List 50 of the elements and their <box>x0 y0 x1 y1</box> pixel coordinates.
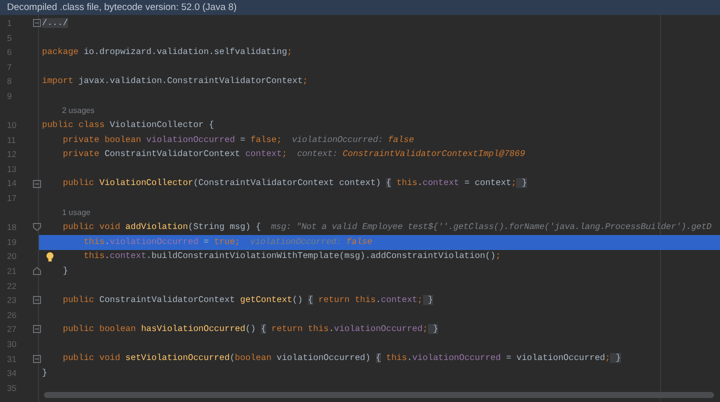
code-line: public boolean hasViolationOccurred() { return this.violationOccurred; } <box>62 323 438 336</box>
code-line: this.violationOccurred = true; violationOccurred: false <box>84 236 372 249</box>
code-line: public class ViolationCollector { <box>42 118 214 132</box>
line-number: 34 <box>7 367 16 380</box>
code-line: this.context.buildConstraintViolationWithTemplate(msg).addConstraintViolation(); <box>84 250 501 264</box>
line-number: 20 <box>7 250 16 264</box>
line-number: 22 <box>7 280 16 292</box>
line-number: 7 <box>7 60 12 74</box>
fold-icon[interactable] <box>33 325 41 334</box>
line-number: 10 <box>7 119 16 132</box>
line-number: 18 <box>7 221 16 234</box>
line-number: 11 <box>7 134 16 146</box>
line-number: 12 <box>7 148 16 162</box>
line-number: 8 <box>7 75 12 88</box>
line-number: 26 <box>7 308 16 322</box>
code-line: import javax.validation.ConstraintValidatorContext; <box>42 75 308 88</box>
fold-icon[interactable] <box>33 180 41 188</box>
line-number: 17 <box>7 192 16 205</box>
fold-icon[interactable] <box>33 19 41 27</box>
line-number: 1 <box>7 16 12 30</box>
code-line: private ConstraintValidatorContext context; context: ConstraintValidatorContextImpl@7869 <box>62 148 526 162</box>
line-number: 13 <box>7 162 16 176</box>
line-number: 19 <box>7 236 16 249</box>
usages-hint[interactable]: 2 usages <box>62 104 94 117</box>
line-number: 5 <box>7 32 12 44</box>
decompiled-banner: Decompiled .class file, bytecode version: 52.0 (Java 8) <box>0 0 720 15</box>
fold-icon[interactable] <box>33 267 41 276</box>
line-number: 27 <box>7 323 16 336</box>
line-number: 30 <box>7 338 16 351</box>
line-number: 21 <box>7 265 16 278</box>
usages-hint[interactable]: 1 usage <box>62 207 90 220</box>
code-line: public void setViolationOccurred(boolean violationOccurred) { this.violationOccurred = violationOccurred; } <box>62 352 621 366</box>
line-number: 31 <box>7 352 16 366</box>
code-line: } <box>42 367 48 380</box>
code-line: } <box>62 264 68 278</box>
line-number: 9 <box>7 90 12 103</box>
code-line: public void addViolation(String msg) { msg: "Not a valid Employee test${''.getClass().forName('java.lang.ProcessBuilder').getD <box>62 221 712 234</box>
horizontal-scrollbar[interactable] <box>44 392 714 398</box>
fold-icon[interactable] <box>33 296 41 304</box>
code-line: public ConstraintValidatorContext getContext() { return this.context; } <box>62 294 434 308</box>
line-number: 35 <box>7 382 16 395</box>
line-number: 14 <box>7 177 16 190</box>
line-number: 23 <box>7 294 16 307</box>
code-line: package io.dropwizard.validation.selfvalidating; <box>42 46 292 59</box>
fold-icon[interactable] <box>33 223 41 232</box>
fold-icon[interactable] <box>33 354 41 363</box>
code-line: private boolean violationOccurred = false; violationOccurred: false <box>62 134 414 147</box>
code-line: public ViolationCollector(ConstraintValidatorContext context) { this.context = context; } <box>62 177 527 190</box>
lightbulb-icon[interactable] <box>46 252 54 262</box>
line-number: 6 <box>7 46 12 59</box>
